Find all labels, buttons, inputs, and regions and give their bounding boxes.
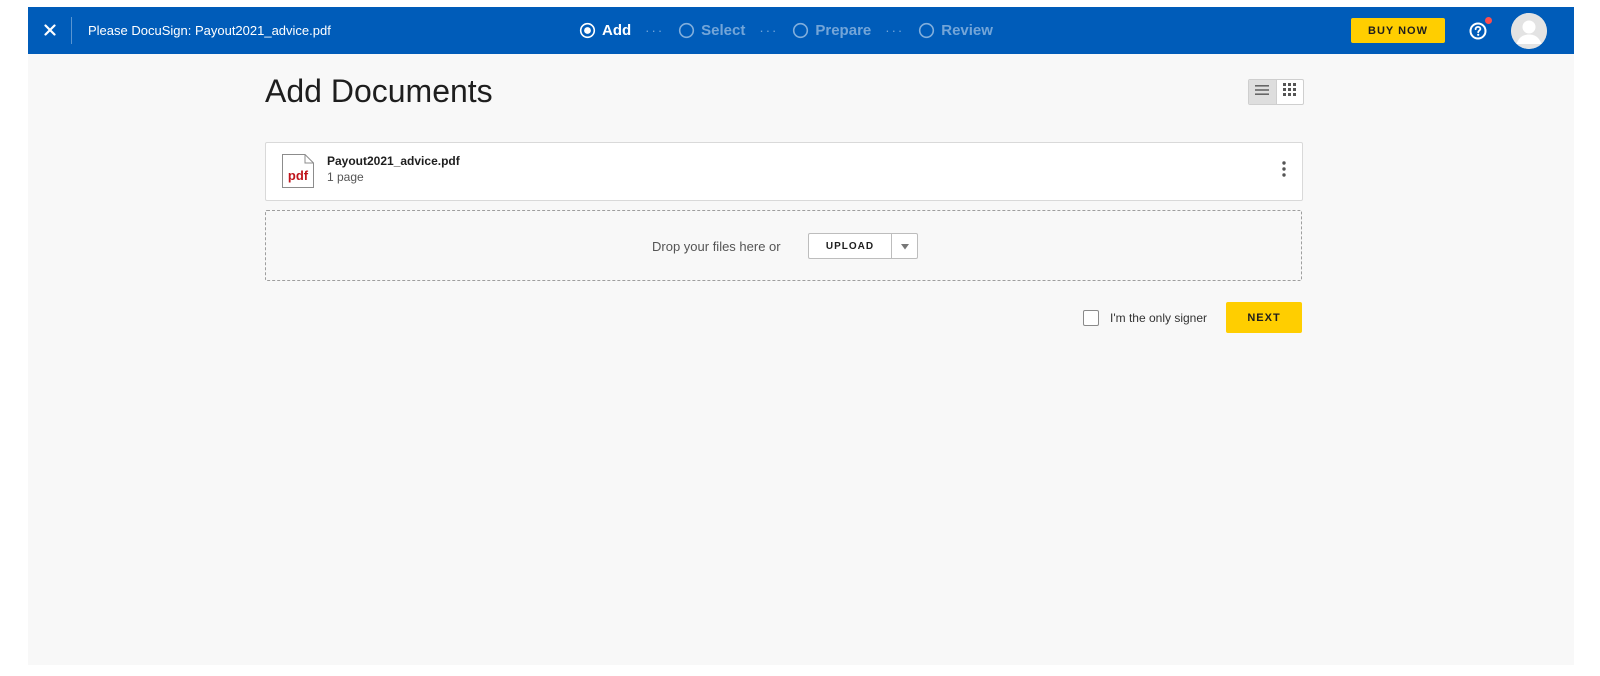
step-separator: ··· (759, 22, 779, 38)
buy-now-button[interactable]: BUY NOW (1351, 18, 1445, 43)
step-separator: ··· (645, 22, 665, 38)
close-icon (44, 24, 56, 36)
grid-view-icon (1283, 83, 1297, 101)
envelope-title: Please DocuSign: Payout2021_advice.pdf (88, 23, 331, 38)
step-add[interactable]: Add (579, 22, 631, 39)
step-review[interactable]: Review (918, 22, 993, 39)
radio-empty-icon (678, 22, 695, 39)
document-menu-button[interactable] (1274, 159, 1294, 183)
user-avatar[interactable] (1511, 13, 1547, 49)
dropzone-text: Drop your files here or (652, 239, 781, 254)
upload-button-group: UPLOAD (808, 233, 918, 259)
only-signer-checkbox[interactable] (1083, 310, 1099, 326)
only-signer-label: I'm the only signer (1110, 311, 1208, 325)
notification-dot (1485, 17, 1492, 24)
step-prepare[interactable]: Prepare (792, 22, 871, 39)
upload-options-button[interactable] (892, 234, 917, 258)
step-label: Prepare (815, 21, 872, 39)
svg-text:pdf: pdf (288, 168, 309, 183)
document-page-count: 1 page (327, 170, 364, 184)
progress-steps: Add ··· Select ··· Prepare ··· Review (579, 20, 993, 40)
pdf-file-icon: pdf (281, 153, 315, 189)
upload-button[interactable]: UPLOAD (809, 234, 892, 258)
top-bar: Please DocuSign: Payout2021_advice.pdf A… (28, 7, 1574, 54)
topbar-divider (71, 17, 72, 44)
more-vertical-icon (1282, 160, 1286, 182)
step-label: Add (602, 21, 632, 39)
only-signer-option: I'm the only signer (1083, 309, 1207, 327)
close-button[interactable] (36, 14, 64, 46)
caret-down-icon (900, 237, 909, 255)
grid-view-button[interactable] (1277, 80, 1304, 104)
file-dropzone[interactable]: Drop your files here or UPLOAD (265, 210, 1302, 281)
help-icon (1468, 22, 1488, 45)
step-label: Review (941, 21, 993, 39)
page-title: Add Documents (265, 73, 493, 109)
help-button[interactable] (1468, 21, 1488, 41)
user-avatar-icon (1511, 13, 1547, 49)
step-label: Select (701, 21, 746, 39)
document-name: Payout2021_advice.pdf (327, 154, 460, 168)
view-toggle (1248, 79, 1304, 105)
step-select[interactable]: Select (678, 22, 745, 39)
list-view-icon (1255, 83, 1270, 101)
radio-selected-icon (579, 22, 596, 39)
step-separator: ··· (885, 22, 905, 38)
app-frame: Please DocuSign: Payout2021_advice.pdf A… (28, 7, 1574, 665)
radio-empty-icon (792, 22, 809, 39)
list-view-button[interactable] (1249, 80, 1277, 104)
radio-empty-icon (918, 22, 935, 39)
document-card[interactable]: pdf Payout2021_advice.pdf 1 page (265, 142, 1303, 201)
next-button[interactable]: NEXT (1226, 302, 1302, 333)
